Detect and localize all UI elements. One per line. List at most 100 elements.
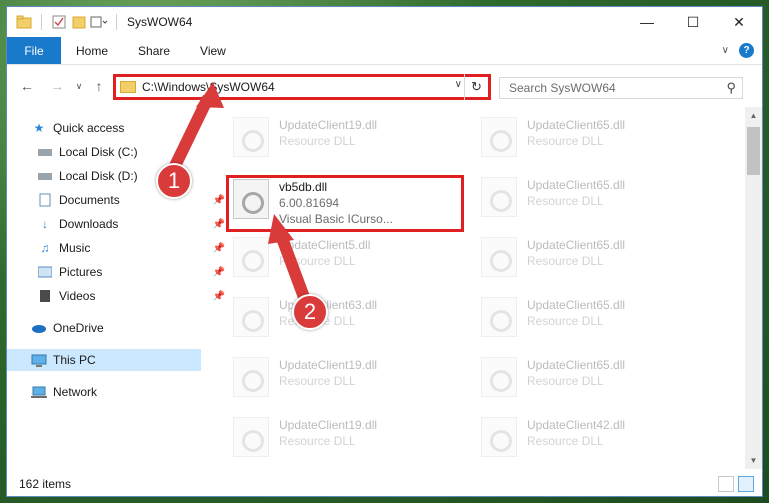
sidebar-item-label: Local Disk (D:) <box>59 169 138 183</box>
view-buttons <box>718 476 754 492</box>
window-title: SysWOW64 <box>127 15 193 29</box>
address-bar[interactable]: C:\Windows\SysWOW64 ∨ ↻ <box>113 74 491 100</box>
folder-icon[interactable] <box>15 13 33 31</box>
file-name: UpdateClient65.dll <box>527 178 626 192</box>
dll-file-icon <box>481 357 517 397</box>
file-name: UpdateClient5.dll <box>279 238 371 252</box>
file-item[interactable]: UpdateClient65.dll Resource DLL <box>469 231 709 287</box>
file-type: Resource DLL <box>527 134 604 148</box>
sidebar-item-pictures[interactable]: Pictures 📌 <box>37 261 231 283</box>
toolbar-separator <box>41 14 42 30</box>
computer-icon <box>31 352 47 368</box>
file-item[interactable]: UpdateClient65.dll Resource DLL <box>469 351 709 407</box>
file-item[interactable]: UpdateClient19.dll Resource DLL <box>221 351 461 407</box>
tiles-view-icon[interactable] <box>738 476 754 492</box>
status-bar: 162 items <box>7 472 762 496</box>
file-name: UpdateClient19.dll <box>279 118 378 132</box>
scrollbar-thumb[interactable] <box>747 127 760 175</box>
properties-icon[interactable] <box>50 13 68 31</box>
search-input[interactable]: Search SysWOW64 ⚲ <box>499 77 743 99</box>
file-item[interactable]: UpdateClient5.dll Resource DLL <box>221 231 461 287</box>
file-type: Resource DLL <box>279 254 356 268</box>
sidebar-item-label: Music <box>59 241 91 255</box>
star-icon: ★ <box>33 121 45 135</box>
file-item[interactable]: UpdateClient65.dll Resource DLL <box>469 111 709 167</box>
sidebar-item-label: This PC <box>53 353 96 367</box>
file-type: Resource DLL <box>527 254 604 268</box>
sidebar-item-label: Documents <box>59 193 120 207</box>
forward-arrow-icon[interactable]: → <box>45 74 69 98</box>
file-name: UpdateClient65.dll <box>527 298 626 312</box>
sidebar-item-this-pc[interactable]: This PC <box>7 349 201 371</box>
new-folder-icon[interactable] <box>70 13 88 31</box>
sidebar-item-music[interactable]: ♫ Music 📌 <box>37 237 231 259</box>
file-type: Resource DLL <box>527 374 604 388</box>
sidebar-item-downloads[interactable]: ↓ Downloads 📌 <box>37 213 231 235</box>
sidebar-item-quick-access[interactable]: ★ Quick access <box>31 117 225 139</box>
cloud-icon <box>31 320 47 336</box>
sidebar-item-local-disk-d[interactable]: Local Disk (D:) <box>37 165 231 187</box>
ribbon-right: ∨ ? <box>722 43 754 58</box>
scroll-down-icon[interactable]: ▼ <box>745 452 762 469</box>
file-item[interactable]: UpdateClient19.dll Resource DLL <box>221 111 461 167</box>
navigation-pane: ★ Quick access Local Disk (C:) Local Dis… <box>7 107 225 467</box>
dll-file-icon <box>233 417 269 457</box>
file-type: Resource DLL <box>527 314 604 328</box>
sidebar-item-label: OneDrive <box>53 321 104 335</box>
dll-file-icon <box>233 237 269 277</box>
sidebar-item-local-disk-c[interactable]: Local Disk (C:) <box>37 141 231 163</box>
expand-ribbon-icon[interactable]: ∨ <box>722 45 729 56</box>
sidebar-item-documents[interactable]: Documents 📌 <box>37 189 231 211</box>
close-button[interactable]: ✕ <box>716 7 762 37</box>
file-item[interactable]: UpdateClient63.dll Resource DLL <box>221 291 461 347</box>
details-view-icon[interactable] <box>718 476 734 492</box>
dll-file-icon <box>481 117 517 157</box>
download-icon: ↓ <box>42 217 48 231</box>
sidebar-item-videos[interactable]: Videos 📌 <box>37 285 231 307</box>
sidebar-item-network[interactable]: Network <box>31 381 225 403</box>
address-path[interactable]: C:\Windows\SysWOW64 <box>142 80 275 94</box>
customize-icon[interactable] <box>90 13 108 31</box>
tab-file[interactable]: File <box>7 37 61 64</box>
file-item[interactable]: UpdateClient65.dll Resource DLL <box>469 171 709 227</box>
file-name: UpdateClient65.dll <box>527 238 626 252</box>
file-item[interactable]: UpdateClient65.dll Resource DLL <box>469 291 709 347</box>
file-name: UpdateClient65.dll <box>527 118 626 132</box>
minimize-button[interactable]: — <box>624 7 670 37</box>
help-icon[interactable]: ? <box>739 43 754 58</box>
search-placeholder: Search SysWOW64 <box>509 81 616 95</box>
back-arrow-icon[interactable]: ← <box>15 74 39 98</box>
tab-view[interactable]: View <box>185 37 241 64</box>
file-type: Resource DLL <box>279 434 356 448</box>
title-bar: SysWOW64 — ☐ ✕ <box>7 7 762 37</box>
sidebar-item-label: Videos <box>59 289 96 303</box>
file-name: UpdateClient65.dll <box>527 358 626 372</box>
chevron-down-icon[interactable]: ∨ <box>455 79 462 90</box>
documents-icon <box>37 192 53 208</box>
tab-share[interactable]: Share <box>123 37 185 64</box>
file-list: UpdateClient19.dll Resource DLL vb5db.dll… <box>221 107 739 469</box>
sidebar-item-label: Quick access <box>53 121 125 135</box>
tab-home[interactable]: Home <box>61 37 123 64</box>
network-icon <box>31 384 47 400</box>
pictures-icon <box>37 264 53 280</box>
sidebar-item-label: Downloads <box>59 217 119 231</box>
file-type: Resource DLL <box>527 194 604 208</box>
scroll-up-icon[interactable]: ▲ <box>745 107 762 124</box>
file-type: Resource DLL <box>279 374 356 388</box>
file-type: Resource DLL <box>279 134 356 148</box>
sidebar-item-onedrive[interactable]: OneDrive <box>31 317 225 339</box>
up-arrow-icon[interactable]: ↑ <box>87 74 111 98</box>
dll-file-icon <box>481 237 517 277</box>
videos-icon <box>37 288 53 304</box>
file-item[interactable]: UpdateClient42.dll Resource DLL <box>469 411 709 467</box>
file-item[interactable]: UpdateClient19.dll Resource DLL <box>221 411 461 467</box>
refresh-icon[interactable]: ↻ <box>464 74 488 100</box>
dll-file-icon <box>481 177 517 217</box>
vertical-scrollbar[interactable]: ▲ ▼ <box>745 107 762 469</box>
maximize-button[interactable]: ☐ <box>670 7 716 37</box>
dll-file-icon <box>481 297 517 337</box>
sidebar-item-label: Pictures <box>59 265 103 279</box>
quick-access-toolbar <box>7 13 123 31</box>
search-icon[interactable]: ⚲ <box>726 80 736 96</box>
